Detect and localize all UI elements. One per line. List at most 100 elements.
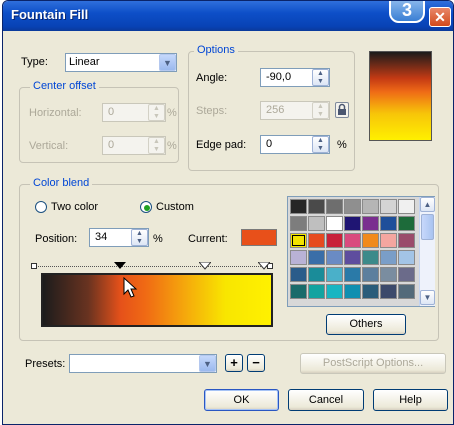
color-stop-marker-icon[interactable] [31,263,37,269]
spinner-arrows-icon[interactable]: ▲ ▼ [312,102,329,119]
position-field[interactable]: 34 ▲ ▼ [89,228,149,247]
angle-field[interactable]: -90,0 ▲ ▼ [260,68,330,87]
palette-swatch[interactable] [344,267,361,282]
cancel-button[interactable]: Cancel [288,389,364,411]
palette-swatch[interactable] [326,216,343,231]
others-button[interactable]: Others [326,314,406,335]
color-stop-marker-icon[interactable] [258,262,270,270]
palette-swatch[interactable] [362,267,379,282]
palette-swatch[interactable] [290,233,307,248]
type-combo-value: Linear [69,56,100,68]
color-palette: ▲ ▼ [287,196,435,307]
color-stop-track[interactable] [33,266,273,267]
dialog-title: Fountain Fill [11,7,89,22]
plus-icon[interactable]: + [225,354,243,372]
palette-swatch[interactable] [362,284,379,299]
scroll-thumb[interactable] [421,214,434,240]
palette-swatch[interactable] [398,284,415,299]
palette-swatch[interactable] [380,216,397,231]
palette-swatch[interactable] [362,250,379,265]
palette-swatch[interactable] [344,284,361,299]
palette-swatch[interactable] [344,233,361,248]
options-legend: Options [194,44,238,56]
custom-radio[interactable] [140,201,152,213]
type-label: Type: [21,56,48,68]
palette-swatch[interactable] [380,267,397,282]
spinner-arrows-icon[interactable]: ▲ ▼ [131,229,148,246]
palette-swatch[interactable] [344,199,361,214]
horizontal-value: 0 [108,106,115,118]
type-combo[interactable]: Linear ▼ [65,53,177,72]
spinner-arrows-icon[interactable]: ▲ ▼ [312,69,329,86]
palette-swatch[interactable] [290,284,307,299]
help-button[interactable]: Help [373,389,448,411]
spinner-arrows-icon[interactable]: ▲ ▼ [312,136,329,153]
palette-swatch[interactable] [398,250,415,265]
scroll-down-button[interactable]: ▼ [420,290,435,305]
edge-pad-value: 0 [266,138,273,150]
postscript-options-button[interactable]: PostScript Options... [300,353,446,374]
palette-swatch[interactable] [398,233,415,248]
palette-swatch[interactable] [308,250,325,265]
palette-swatch[interactable] [308,233,325,248]
ok-button[interactable]: OK [204,389,279,411]
vertical-label: Vertical: [29,140,69,152]
palette-swatch[interactable] [290,216,307,231]
two-color-label[interactable]: Two color [51,201,98,213]
palette-swatch[interactable] [398,216,415,231]
gradient-editor-bar[interactable] [41,273,273,327]
palette-swatch[interactable] [362,199,379,214]
presets-combo[interactable]: ▼ [69,354,217,373]
palette-swatch[interactable] [398,267,415,282]
steps-field[interactable]: 256 ▲ ▼ [260,101,330,120]
mouse-pointer-icon [123,277,138,298]
palette-swatch[interactable] [380,250,397,265]
palette-swatch[interactable] [344,216,361,231]
edge-pad-field[interactable]: 0 ▲ ▼ [260,135,330,154]
minus-icon[interactable]: − [247,354,265,372]
palette-swatch[interactable] [290,267,307,282]
close-icon: ✕ [434,9,446,25]
palette-swatch[interactable] [308,216,325,231]
position-unit: % [153,233,163,245]
fountain-fill-dialog: Fountain Fill 3 ✕ Type: Linear ▼ Center … [2,0,454,425]
edge-pad-label: Edge pad: [196,139,247,151]
chevron-down-icon[interactable]: ▼ [159,54,176,71]
palette-swatch[interactable] [398,199,415,214]
palette-scrollbar[interactable]: ▲ ▼ [419,197,435,306]
palette-swatch[interactable] [326,267,343,282]
palette-swatch[interactable] [380,199,397,214]
palette-swatch[interactable] [326,233,343,248]
color-stop-marker-icon[interactable] [114,262,126,270]
close-button[interactable]: ✕ [429,7,451,27]
palette-swatch[interactable] [308,284,325,299]
color-stop-marker-icon[interactable] [199,262,211,270]
palette-swatch[interactable] [308,267,325,282]
vertical-unit: % [167,140,177,152]
palette-swatch[interactable] [308,199,325,214]
two-color-radio[interactable] [35,201,47,213]
current-color-swatch[interactable] [241,229,277,246]
position-value: 34 [95,231,108,243]
palette-swatch[interactable] [326,284,343,299]
palette-swatch[interactable] [380,233,397,248]
custom-label[interactable]: Custom [156,201,194,213]
palette-swatch[interactable] [290,250,307,265]
palette-swatch[interactable] [326,250,343,265]
vertical-field[interactable]: 0 ▲ ▼ [102,136,166,155]
title-bar: Fountain Fill 3 ✕ [3,1,453,31]
palette-swatch[interactable] [380,284,397,299]
horizontal-field[interactable]: 0 ▲ ▼ [102,103,166,122]
palette-swatch[interactable] [326,199,343,214]
palette-swatch[interactable] [362,216,379,231]
palette-swatch[interactable] [290,199,307,214]
palette-grid [290,199,418,304]
spinner-arrows-icon[interactable]: ▲ ▼ [148,104,165,121]
scroll-up-button[interactable]: ▲ [420,197,435,212]
lock-icon[interactable] [335,102,349,118]
palette-swatch[interactable] [344,250,361,265]
palette-swatch[interactable] [362,233,379,248]
spinner-arrows-icon[interactable]: ▲ ▼ [148,137,165,154]
color-blend-legend: Color blend [30,177,93,189]
chevron-down-icon[interactable]: ▼ [199,355,216,372]
